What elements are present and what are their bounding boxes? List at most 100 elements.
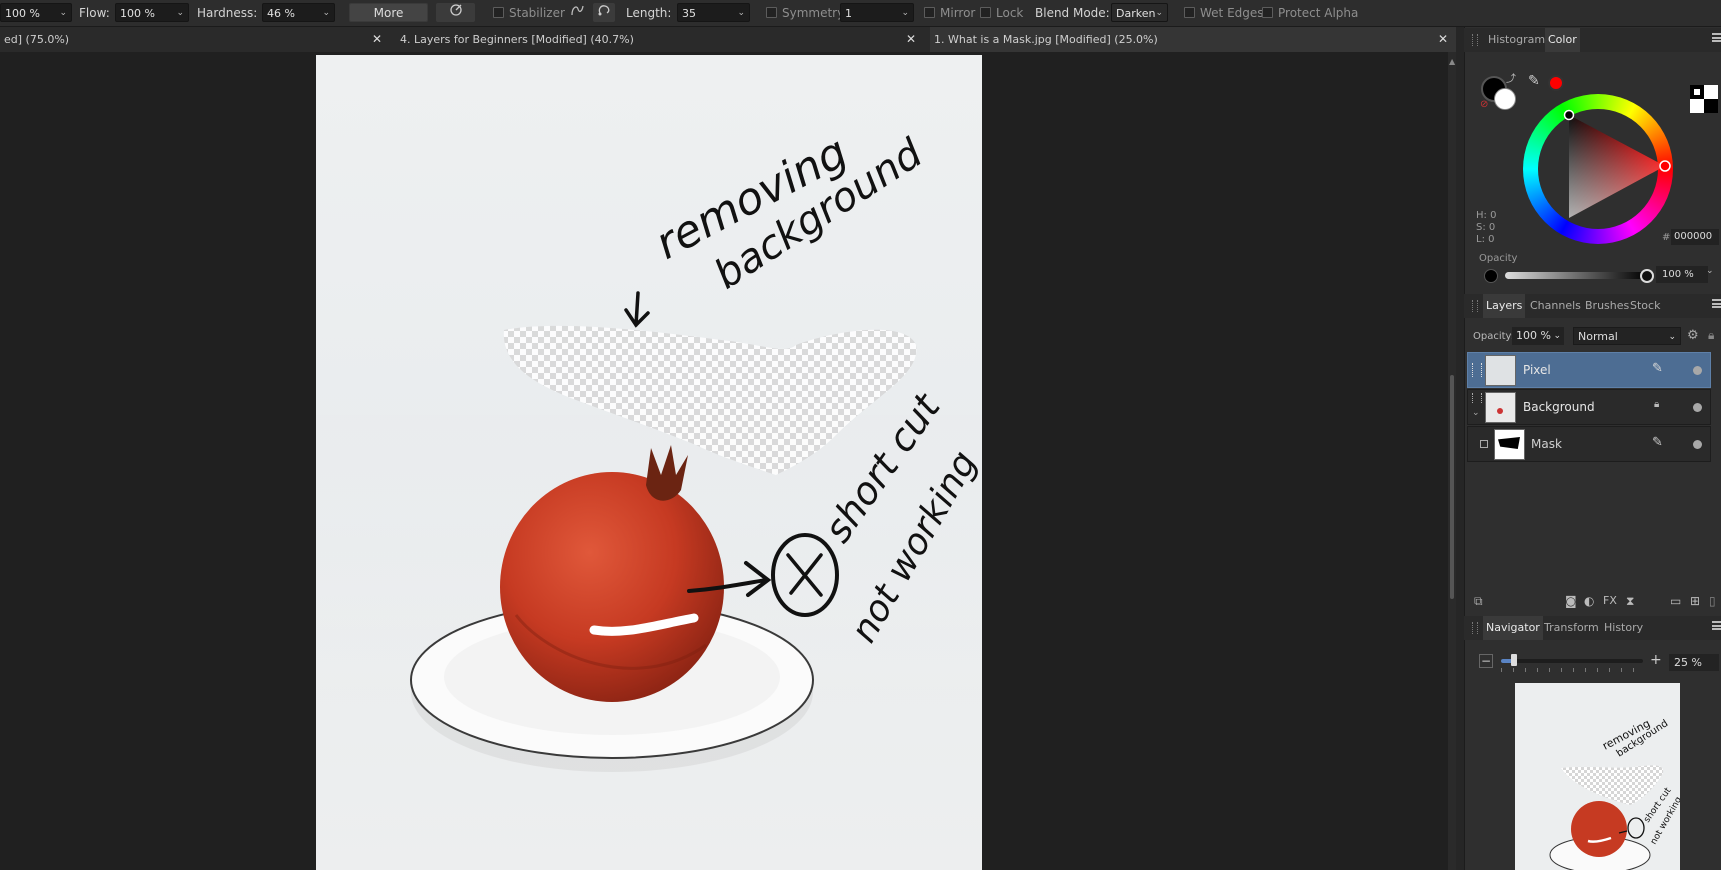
window-mode-icon[interactable]: [593, 3, 615, 22]
thumbnail-fruit: [1497, 408, 1503, 414]
close-icon[interactable]: ✕: [906, 27, 916, 52]
tab-color[interactable]: Color: [1545, 28, 1580, 52]
hourglass-icon[interactable]: ⧗: [1626, 594, 1634, 609]
layer-thumbnail: [1485, 355, 1516, 386]
layer-row-pixel[interactable]: Pixel ✎: [1467, 352, 1711, 388]
picked-color-swatch[interactable]: [1548, 75, 1564, 91]
chevron-down-icon[interactable]: ⌄: [1706, 266, 1714, 276]
layer-name: Pixel: [1523, 363, 1551, 377]
tab-layers-for-beginners[interactable]: 4. Layers for Beginners [Modified] (40.7…: [396, 27, 922, 52]
color-mode-icon[interactable]: [1690, 85, 1718, 113]
layer-row-mask[interactable]: Mask ✎: [1467, 426, 1711, 462]
scrollbar-thumb[interactable]: [1450, 375, 1454, 599]
layer-blend-dropdown[interactable]: Normal ⌄: [1573, 327, 1681, 345]
opacity-field[interactable]: 100 %: [1656, 266, 1708, 283]
navigator-thumbnail: removing background short cut not workin…: [1549, 717, 1680, 870]
zoom-slider-handle[interactable]: [1511, 654, 1517, 666]
hex-field[interactable]: 000000: [1671, 229, 1719, 245]
scroll-up-icon[interactable]: ▲: [1449, 57, 1455, 66]
opacity-slider[interactable]: [1505, 272, 1647, 279]
tab-document-1[interactable]: ed] (75.0%) ✕: [0, 27, 386, 52]
layer-thumbnail: [1485, 392, 1516, 423]
layer-row-background[interactable]: ⌄ Background 🔒︎: [1467, 389, 1711, 425]
zoom-in-button[interactable]: +: [1650, 652, 1662, 668]
swap-icon[interactable]: ⤴: [1506, 70, 1516, 85]
no-color-icon[interactable]: ⊘: [1480, 99, 1488, 110]
panel-menu-icon[interactable]: [1712, 621, 1721, 630]
tab-what-is-a-mask[interactable]: 1. What is a Mask.jpg [Modified] (25.0%)…: [930, 27, 1456, 52]
opacity-slider-handle[interactable]: [1640, 269, 1654, 283]
opacity-color-dot: [1484, 269, 1498, 283]
zoom-out-button[interactable]: −: [1479, 654, 1493, 668]
protect-alpha-checkbox[interactable]: [1262, 7, 1273, 18]
grip-icon[interactable]: [1472, 300, 1478, 312]
tab-navigator[interactable]: Navigator: [1483, 616, 1543, 640]
tab-label: 1. What is a Mask.jpg [Modified] (25.0%): [934, 33, 1158, 46]
gear-icon[interactable]: ⚙: [1687, 328, 1699, 343]
lock-icon[interactable]: 🔒︎: [1708, 328, 1714, 343]
tab-transform[interactable]: Transform: [1541, 616, 1602, 640]
color-triangle[interactable]: [1523, 94, 1673, 244]
trash-icon[interactable]: ▯: [1709, 594, 1716, 608]
layer-checkbox[interactable]: [1480, 440, 1488, 448]
adjustment-icon[interactable]: ◐: [1584, 594, 1594, 608]
lock-checkbox[interactable]: [980, 7, 991, 18]
color-picker-icon[interactable]: ✎: [1528, 73, 1540, 89]
layer-thumbnail: [1494, 429, 1525, 460]
hardness-field[interactable]: 46 % ⌄: [262, 3, 335, 22]
more-button[interactable]: More: [349, 3, 428, 22]
brush-options-icon[interactable]: [436, 3, 475, 22]
brush-icon: ✎: [1652, 361, 1663, 376]
grip-icon[interactable]: [1472, 34, 1478, 46]
width-value: 100 %: [5, 7, 40, 20]
wet-edges-checkbox[interactable]: [1184, 7, 1195, 18]
fx-icon[interactable]: FX: [1603, 594, 1617, 607]
group-folder-icon[interactable]: ▭: [1670, 594, 1681, 608]
panel-menu-icon[interactable]: [1712, 299, 1721, 308]
tab-layers[interactable]: Layers: [1483, 294, 1526, 318]
drag-handle-icon[interactable]: [1472, 393, 1482, 403]
navigator-preview[interactable]: removing background short cut not workin…: [1515, 683, 1680, 870]
length-field[interactable]: 35 ⌄: [677, 3, 750, 22]
grip-icon[interactable]: [1472, 622, 1478, 634]
length-label: Length:: [626, 6, 672, 20]
blend-mode-dropdown[interactable]: Darken ⌄: [1111, 3, 1168, 22]
tab-stock[interactable]: Stock: [1627, 294, 1663, 318]
hue-readout: H: 0: [1476, 210, 1497, 221]
visibility-dot-icon[interactable]: [1693, 366, 1702, 375]
add-layer-icon[interactable]: ⊞: [1690, 594, 1700, 608]
tab-histogram[interactable]: Histogram: [1485, 28, 1548, 52]
layer-name: Mask: [1531, 437, 1562, 451]
document-canvas[interactable]: removing background short cut not workin…: [316, 55, 982, 870]
mirror-checkbox[interactable]: [924, 7, 935, 18]
chevron-down-icon[interactable]: ⌄: [1472, 408, 1480, 418]
panel-menu-icon[interactable]: [1712, 33, 1721, 42]
flow-label: Flow:: [79, 6, 110, 20]
width-field[interactable]: 100 % ⌄: [0, 3, 72, 22]
stabilizer-checkbox[interactable]: [493, 7, 504, 18]
zoom-field[interactable]: 25 %: [1669, 654, 1719, 671]
symmetry-field[interactable]: 1 ⌄: [840, 3, 914, 22]
stabilizer-label: Stabilizer: [509, 6, 565, 20]
chevron-down-icon: ⌄: [1155, 8, 1163, 18]
visibility-dot-icon[interactable]: [1693, 403, 1702, 412]
chevron-down-icon: ⌄: [901, 8, 909, 18]
opacity-label: Opacity: [1479, 253, 1518, 264]
tab-channels[interactable]: Channels: [1527, 294, 1584, 318]
close-icon[interactable]: ✕: [1438, 27, 1448, 52]
rope-mode-icon[interactable]: [567, 3, 589, 22]
symmetry-checkbox[interactable]: [766, 7, 777, 18]
lock-label: Lock: [996, 6, 1024, 20]
zoom-slider[interactable]: [1501, 659, 1643, 663]
add-mask-icon[interactable]: ◙: [1565, 594, 1577, 608]
close-icon[interactable]: ✕: [372, 27, 382, 52]
protect-alpha-label: Protect Alpha: [1278, 6, 1359, 20]
layer-opacity-field[interactable]: 100 % ⌄: [1512, 327, 1564, 345]
flow-field[interactable]: 100 % ⌄: [115, 3, 189, 22]
tab-history[interactable]: History: [1601, 616, 1646, 640]
secondary-color-swatch[interactable]: [1494, 88, 1516, 110]
drag-handle-icon[interactable]: [1472, 363, 1482, 377]
layer-options-icon[interactable]: ⧉: [1474, 594, 1483, 609]
visibility-dot-icon[interactable]: [1693, 440, 1702, 449]
tab-brushes[interactable]: Brushes: [1582, 294, 1632, 318]
